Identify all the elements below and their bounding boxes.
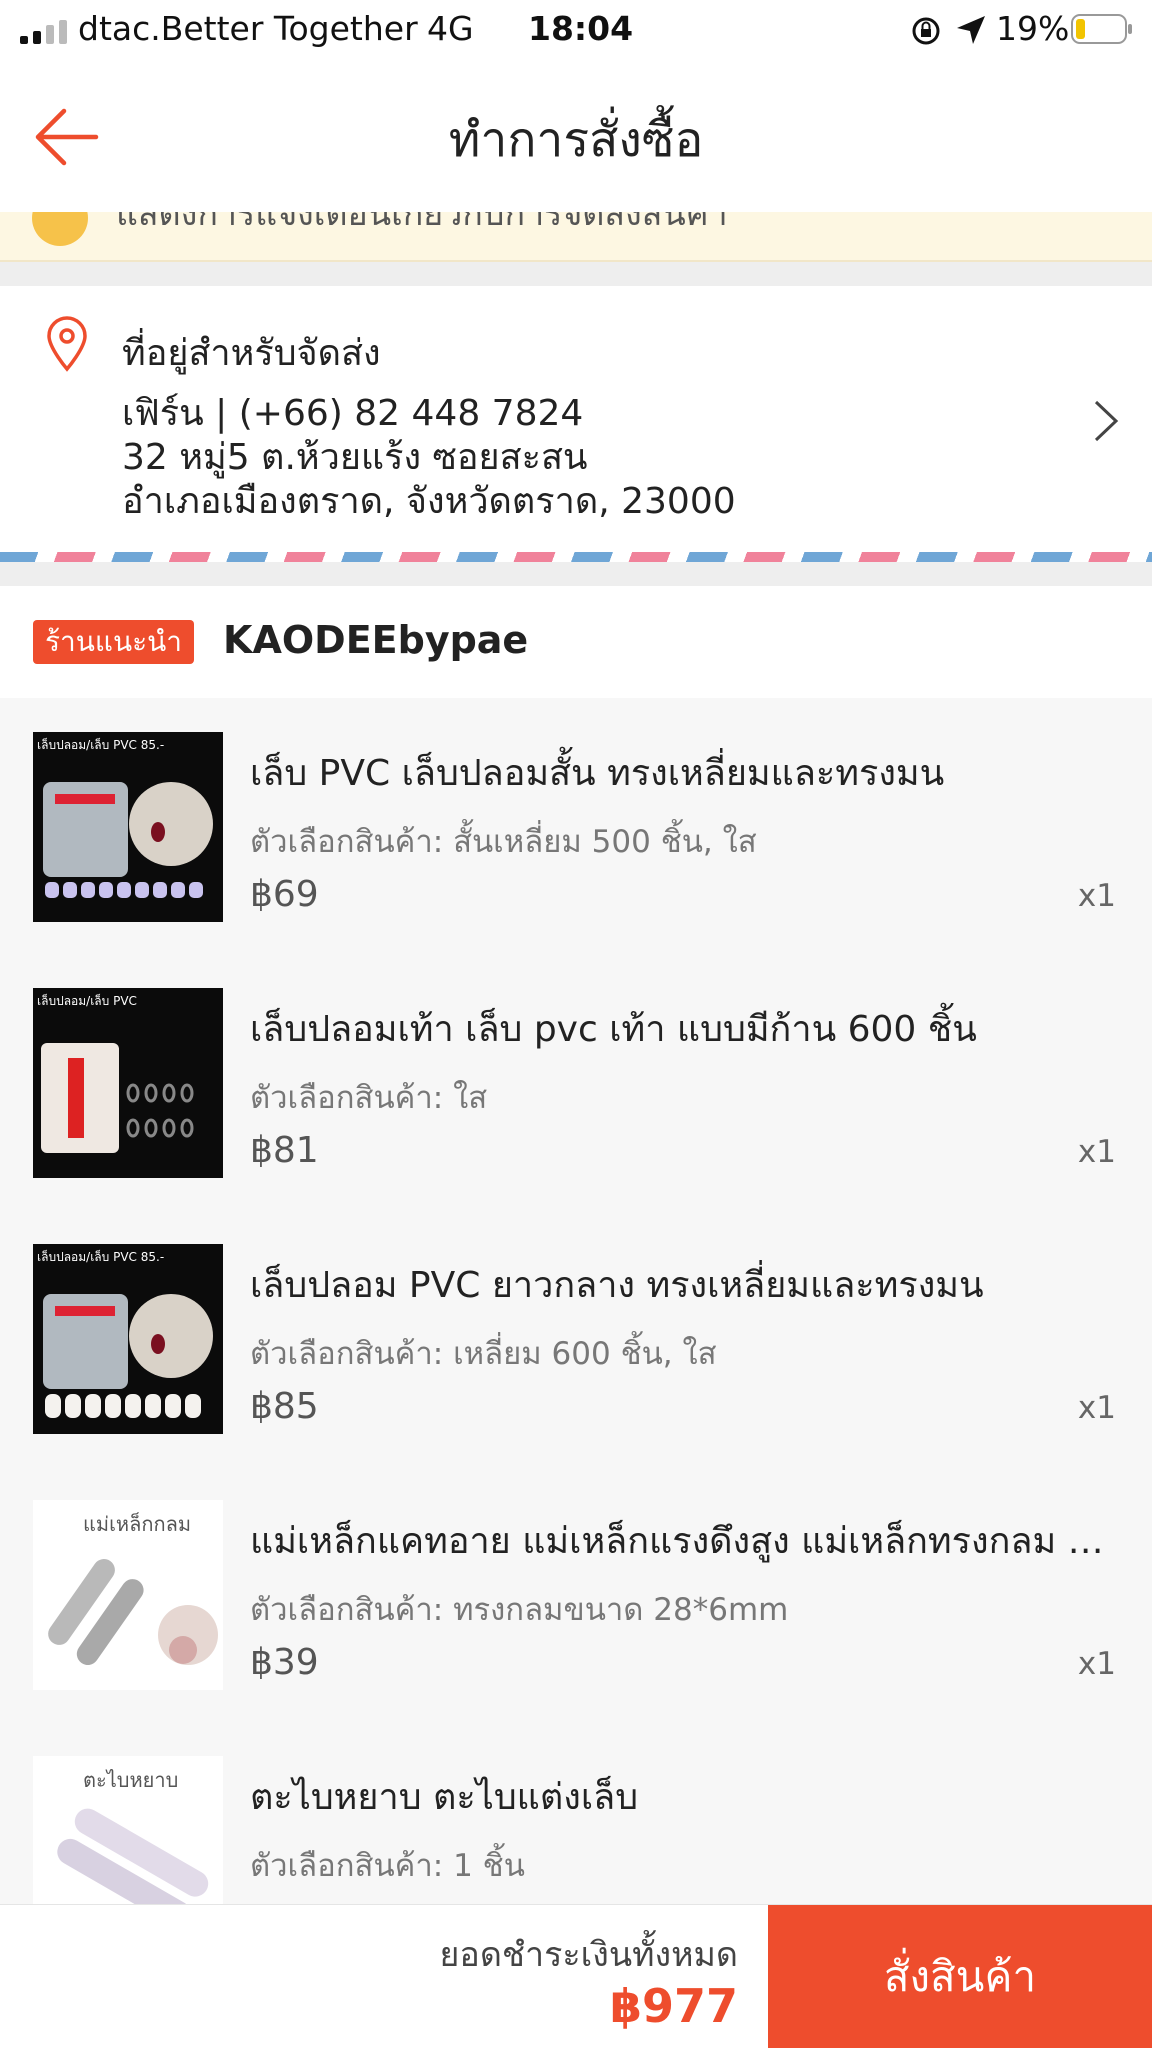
top-nav: ทำการสั่งซื้อ — [0, 62, 1152, 212]
battery-percent: 19% — [996, 9, 1070, 48]
shop-name[interactable]: KAODEEbypae — [223, 618, 528, 662]
place-order-button[interactable]: สั่งสินค้า — [768, 1905, 1152, 2048]
notice-banner[interactable]: แสดงการแจ้งเตือนเกี่ยวกับการจัดส่งสินค้า — [0, 212, 1152, 262]
item-quantity: x1 — [1077, 1646, 1116, 1682]
order-item[interactable]: เล็บปลอม/เล็บ PVC 85.- เล็บ PVC เล็บปลอม… — [0, 698, 1152, 954]
thumbnail-label: เล็บปลอม/เล็บ PVC 85.- — [37, 1250, 165, 1264]
item-variant: ตัวเลือกสินค้า: ทรงกลมขนาด 28*6mm — [250, 1592, 789, 1628]
battery-icon — [1071, 14, 1132, 44]
thumbnail-label: ตะไบหยาบ — [83, 1768, 179, 1792]
item-variant: ตัวเลือกสินค้า: 1 ชิ้น — [250, 1848, 525, 1884]
section-divider — [0, 262, 1152, 286]
item-quantity: x1 — [1077, 1134, 1116, 1170]
thumbnail-label: แม่เหล็กกลม — [83, 1512, 192, 1536]
location-arrow-icon — [957, 16, 985, 44]
item-price: ฿39 — [250, 1642, 319, 1683]
clock: 18:04 — [528, 9, 634, 48]
order-item[interactable]: เล็บปลอม/เล็บ PVC เล็บปลอมเท้า เล็บ pvc … — [0, 954, 1152, 1210]
rotation-lock-icon — [912, 17, 940, 45]
item-quantity: x1 — [1077, 1390, 1116, 1426]
product-thumbnail: เล็บปลอม/เล็บ PVC 85.- — [33, 732, 223, 922]
item-variant: ตัวเลือกสินค้า: สั้นเหลี่ยม 500 ชิ้น, ใส — [250, 824, 757, 860]
page-title: ทำการสั่งซื้อ — [448, 112, 704, 168]
order-item[interactable]: ตะไบหยาบ ตะไบหยาบ ตะไบแต่งเล็บ ตัวเลือกส… — [0, 1722, 1152, 1904]
total-label: ยอดชำระเงินทั้งหมด — [439, 1935, 739, 1975]
section-divider — [0, 562, 1152, 586]
notice-icon — [32, 212, 88, 246]
order-item[interactable]: แม่เหล็กกลม แม่เหล็กแคทอาย แม่เหล็กแรงดึ… — [0, 1466, 1152, 1722]
item-variant: ตัวเลือกสินค้า: ใส — [250, 1080, 488, 1116]
order-item[interactable]: เล็บปลอม/เล็บ PVC 85.- เล็บปลอม PVC ยาวก… — [0, 1210, 1152, 1466]
notice-text: แสดงการแจ้งเตือนเกี่ยวกับการจัดส่งสินค้า — [116, 212, 728, 234]
product-thumbnail: เล็บปลอม/เล็บ PVC — [33, 988, 223, 1178]
airmail-border — [0, 552, 1152, 562]
status-bar: dtac.Better Together 4G 18:04 19% — [0, 0, 1152, 62]
shipping-address[interactable]: ที่อยู่สำหรับจัดส่ง เฟิร์น | (+66) 82 44… — [0, 286, 1152, 552]
checkout-bar: ยอดชำระเงินทั้งหมด ฿977 สั่งสินค้า — [0, 1904, 1152, 2048]
item-name: แม่เหล็กแคทอาย แม่เหล็กแรงดึงสูง แม่เหล็… — [250, 1521, 1120, 1562]
shop-header: ร้านแนะนำ KAODEEbypae — [0, 586, 1152, 698]
signal-icon — [20, 20, 67, 44]
product-thumbnail: ตะไบหยาบ — [33, 1756, 223, 1904]
product-thumbnail: เล็บปลอม/เล็บ PVC 85.- — [33, 1244, 223, 1434]
order-items: เล็บปลอม/เล็บ PVC 85.- เล็บ PVC เล็บปลอม… — [0, 698, 1152, 1904]
total-amount: ฿977 — [609, 1979, 738, 2033]
network-type: 4G — [427, 9, 474, 48]
item-quantity: x1 — [1077, 878, 1116, 914]
nail-tips-image — [43, 1294, 213, 1418]
carrier-name: dtac.Better Together — [78, 9, 418, 48]
item-price: ฿81 — [250, 1130, 319, 1171]
product-thumbnail: แม่เหล็กกลม — [33, 1500, 223, 1690]
preferred-shop-badge: ร้านแนะนำ — [33, 620, 194, 664]
item-variant: ตัวเลือกสินค้า: เหลี่ยม 600 ชิ้น, ใส — [250, 1336, 717, 1372]
item-name: เล็บ PVC เล็บปลอมสั้น ทรงเหลี่ยมและทรงมน — [250, 753, 945, 794]
location-pin-icon — [47, 316, 87, 372]
toe-nail-tips-image — [41, 1043, 194, 1153]
item-name: ตะไบหยาบ ตะไบแต่งเล็บ — [250, 1777, 639, 1818]
address-heading: ที่อยู่สำหรับจัดส่ง — [122, 333, 381, 374]
item-price: ฿69 — [250, 874, 319, 915]
chevron-right-icon[interactable] — [1090, 396, 1122, 446]
address-line-2: อำเภอเมืองตราด, จังหวัดตราด, 23000 — [122, 481, 736, 522]
item-price: ฿85 — [250, 1386, 319, 1427]
thumbnail-label: เล็บปลอม/เล็บ PVC 85.- — [37, 738, 165, 752]
item-name: เล็บปลอม PVC ยาวกลาง ทรงเหลี่ยมและทรงมน — [250, 1265, 984, 1306]
item-name: เล็บปลอมเท้า เล็บ pvc เท้า แบบมีก้าน 600… — [250, 1009, 977, 1050]
thumbnail-label: เล็บปลอม/เล็บ PVC — [37, 994, 137, 1008]
nail-tips-image — [43, 782, 213, 898]
